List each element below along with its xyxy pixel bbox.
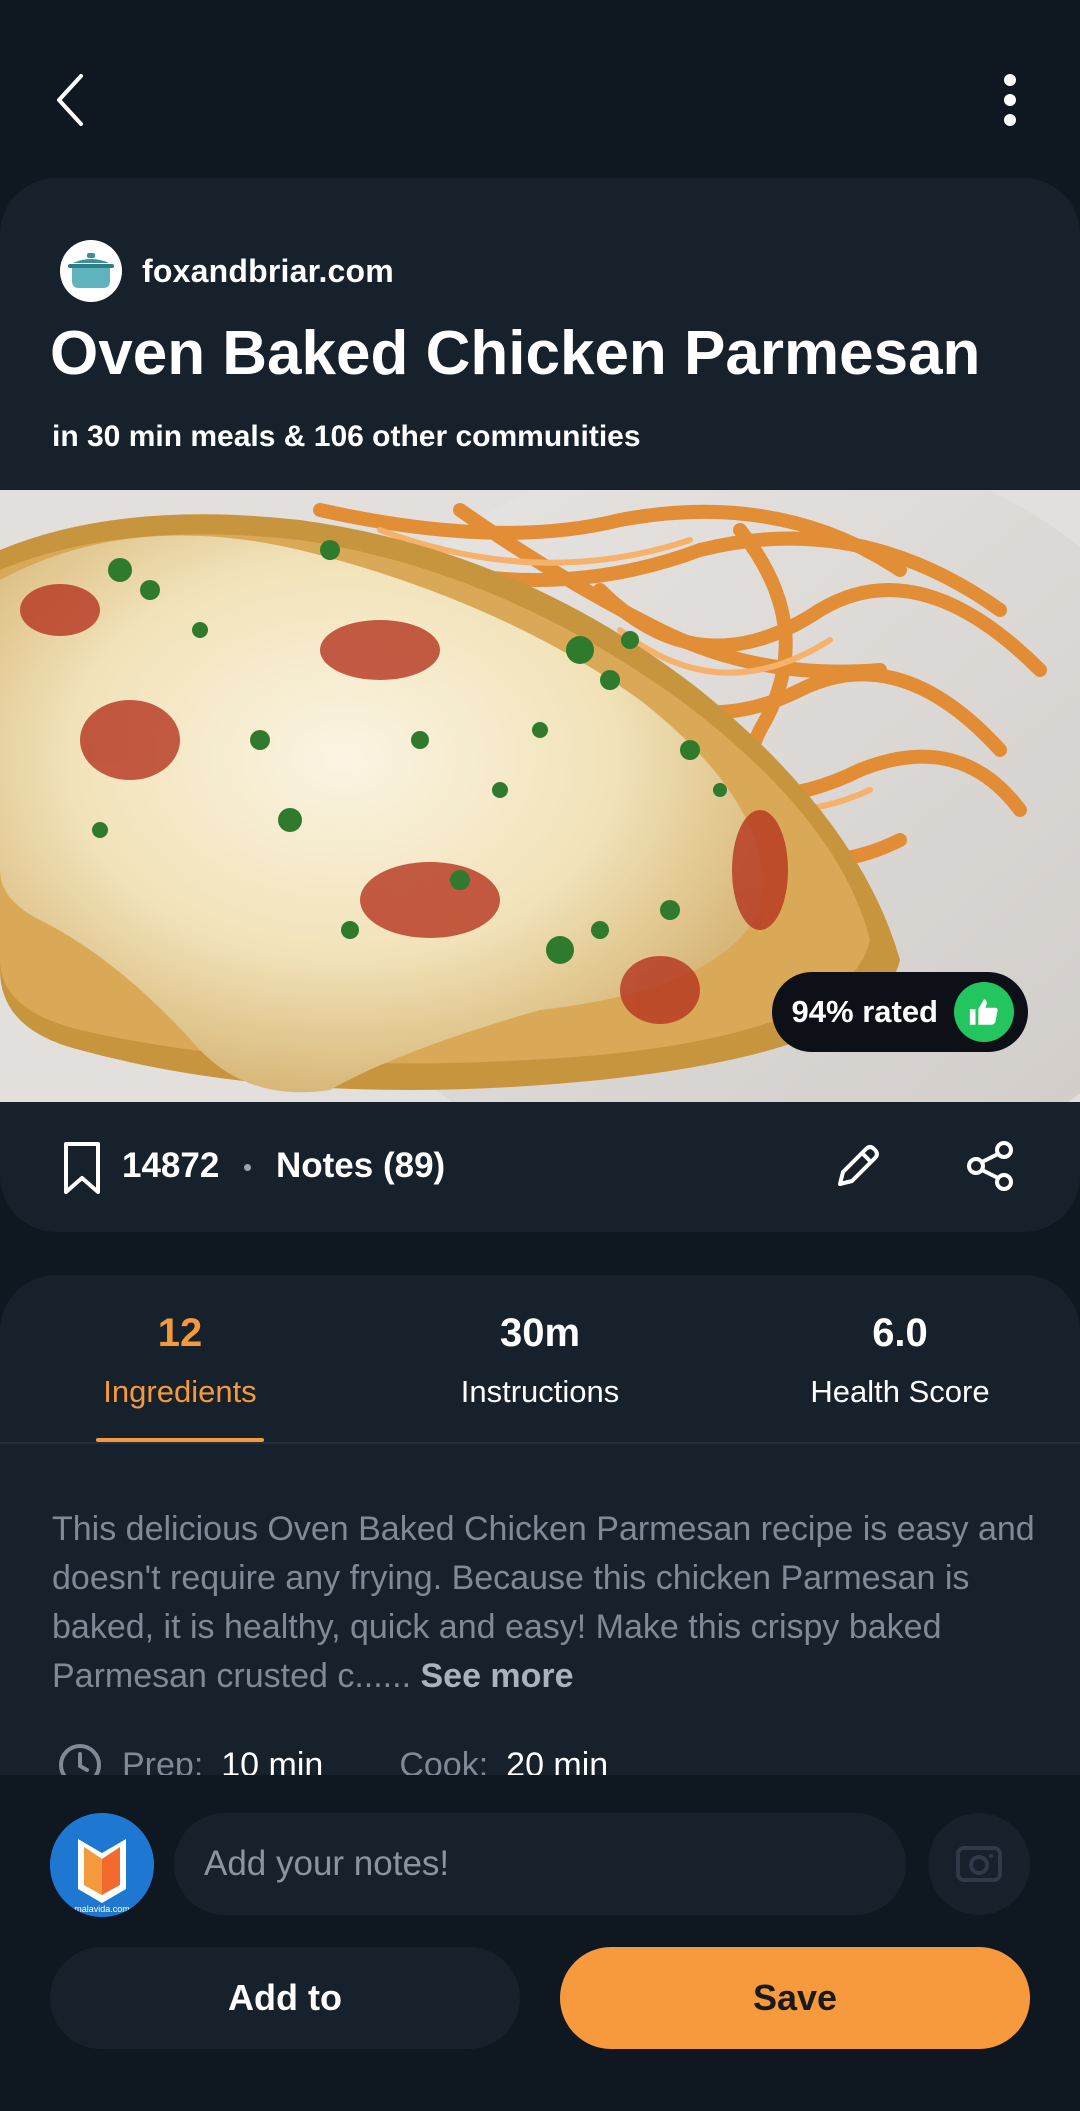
tab-health-score[interactable]: 6.0 Health Score xyxy=(750,1311,1050,1410)
notes-input[interactable] xyxy=(174,1813,906,1915)
dutch-oven-icon xyxy=(68,253,114,288)
dot-separator xyxy=(244,1164,251,1171)
top-bar xyxy=(0,0,1080,180)
recipe-description: This delicious Oven Baked Chicken Parmes… xyxy=(52,1505,1042,1701)
recipe-hero-image: 94% rated xyxy=(0,490,1080,1102)
bottom-action-bar: malavida.com Add to Save xyxy=(0,1775,1080,2111)
source-row[interactable]: foxandbriar.com xyxy=(60,240,394,302)
tab-label: Ingredients xyxy=(103,1374,257,1409)
more-options-button[interactable] xyxy=(980,60,1040,140)
recipe-screen: foxandbriar.com Oven Baked Chicken Parme… xyxy=(0,0,1080,2111)
notes-link[interactable]: Notes (89) xyxy=(276,1146,445,1186)
add-to-button[interactable]: Add to xyxy=(50,1947,520,2049)
save-button[interactable]: Save xyxy=(560,1947,1030,2049)
source-avatar xyxy=(60,240,122,302)
camera-button[interactable] xyxy=(928,1813,1030,1915)
chevron-left-icon xyxy=(57,74,83,126)
source-name[interactable]: foxandbriar.com xyxy=(142,253,394,290)
tab-instructions[interactable]: 30m Instructions xyxy=(390,1311,690,1410)
recipe-header-card: foxandbriar.com Oven Baked Chicken Parme… xyxy=(0,178,1080,1232)
pencil-icon[interactable] xyxy=(830,1138,886,1194)
see-more-link[interactable]: See more xyxy=(420,1657,573,1695)
communities-link[interactable]: in 30 min meals & 106 other communities xyxy=(52,420,641,454)
more-vertical-icon xyxy=(1004,74,1016,126)
camera-icon xyxy=(956,1846,1002,1882)
save-count: 14872 xyxy=(122,1146,220,1185)
tab-value: 30m xyxy=(499,1311,581,1355)
thumbs-up-badge xyxy=(954,982,1014,1042)
back-button[interactable] xyxy=(40,60,100,140)
recipe-title: Oven Baked Chicken Parmesan xyxy=(50,319,981,388)
tab-value: 6.0 xyxy=(872,1311,928,1355)
bookmark-icon[interactable] xyxy=(58,1140,106,1196)
tab-ingredients[interactable]: 12 Ingredients xyxy=(30,1311,330,1410)
user-avatar[interactable]: malavida.com xyxy=(50,1813,154,1917)
thumbs-up-icon xyxy=(969,999,998,1025)
rating-text: 94% rated xyxy=(791,994,938,1029)
rating-badge[interactable]: 94% rated xyxy=(771,972,1028,1052)
tab-label: Instructions xyxy=(460,1374,620,1409)
stats-row: 14872 Notes (89) xyxy=(0,1102,1080,1232)
tab-value: 12 xyxy=(157,1311,203,1355)
malavida-logo-icon: malavida.com xyxy=(50,1813,154,1917)
tab-label: Health Score xyxy=(810,1374,990,1409)
avatar-caption: malavida.com xyxy=(74,1904,130,1914)
share-icon[interactable] xyxy=(962,1138,1018,1194)
tabs-divider xyxy=(0,1442,1080,1444)
